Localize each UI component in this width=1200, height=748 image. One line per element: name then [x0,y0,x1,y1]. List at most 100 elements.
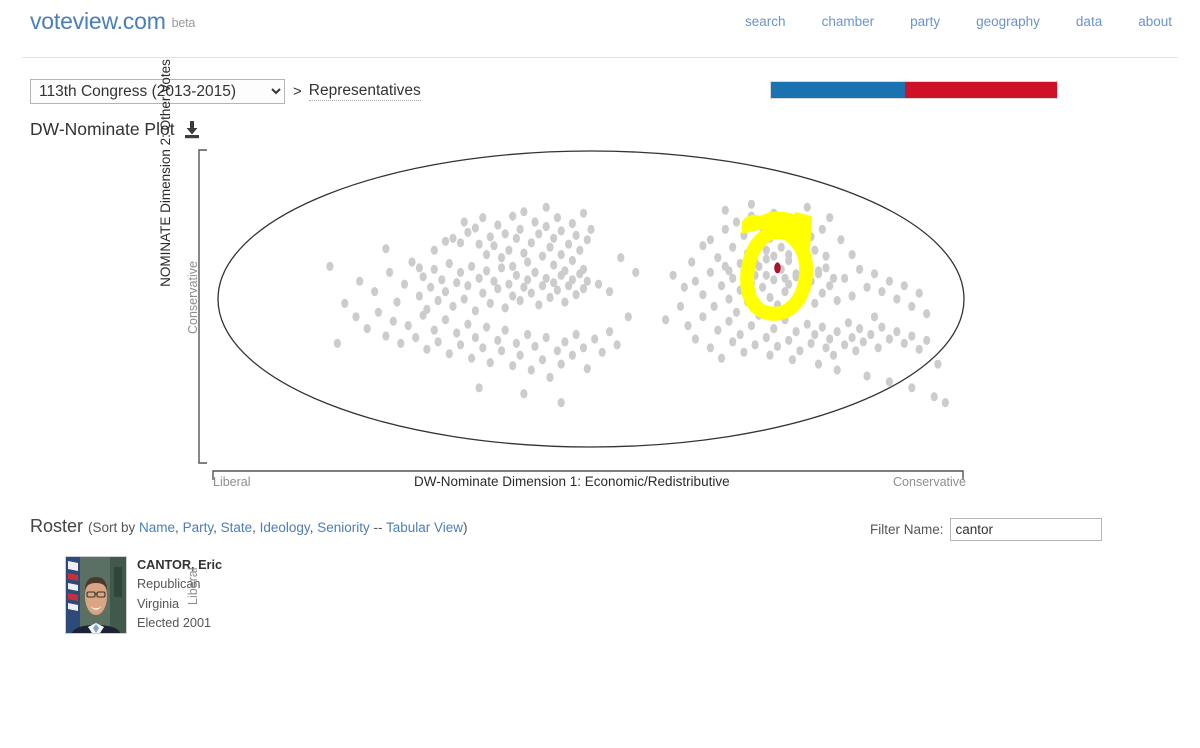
data-point[interactable] [729,337,737,347]
data-point[interactable] [729,273,737,283]
data-point[interactable] [829,273,838,283]
data-point[interactable] [497,263,506,273]
data-point[interactable] [814,359,823,369]
data-point[interactable] [397,338,405,348]
data-point[interactable] [460,217,468,227]
data-point[interactable] [770,251,778,261]
data-point[interactable] [572,230,580,240]
data-point[interactable] [550,233,558,243]
data-point[interactable] [841,340,849,350]
sort-link-ideology[interactable]: Ideology [260,520,310,535]
data-point[interactable] [587,224,595,234]
data-point[interactable] [509,361,517,371]
nav-item-search[interactable]: search [745,14,786,29]
sort-link-party[interactable]: Party [183,520,214,535]
data-point[interactable] [785,255,793,266]
nav-item-data[interactable]: data [1076,14,1102,29]
data-point[interactable] [430,264,438,274]
data-point[interactable] [557,398,565,408]
data-point[interactable] [632,267,640,277]
data-point[interactable] [415,263,423,273]
data-point[interactable] [449,301,457,311]
data-point[interactable] [542,221,550,232]
data-point[interactable] [501,303,509,313]
data-point[interactable] [729,242,737,252]
data-point[interactable] [747,199,756,209]
data-point[interactable] [460,294,468,304]
data-point[interactable] [751,340,759,350]
data-point[interactable] [833,327,841,337]
data-point[interactable] [393,297,401,307]
data-point[interactable] [736,329,744,340]
data-point[interactable] [691,276,700,286]
data-point[interactable] [326,261,334,271]
data-point[interactable] [449,233,457,243]
data-point[interactable] [856,264,864,274]
data-point[interactable] [419,310,427,320]
data-point[interactable] [471,223,479,233]
data-point[interactable] [900,281,908,291]
data-point[interactable] [516,295,524,306]
data-point[interactable] [557,250,565,260]
data-point[interactable] [579,208,588,218]
data-point[interactable] [915,288,923,298]
data-point[interactable] [568,275,577,285]
data-point[interactable] [553,285,562,295]
data-point[interactable] [885,377,894,387]
data-point[interactable] [494,284,502,294]
data-point[interactable] [490,241,498,251]
data-point[interactable] [699,312,707,322]
data-point[interactable] [494,220,502,230]
sort-link-seniority[interactable]: Seniority [317,520,370,535]
data-point[interactable] [822,343,830,353]
data-point[interactable] [878,322,886,332]
data-point[interactable] [423,344,431,354]
data-point[interactable] [486,232,494,242]
roster-member-card[interactable]: CANTOR, Eric Republican Virginia Elected… [65,556,1200,634]
data-point[interactable] [479,343,487,353]
data-point[interactable] [788,355,797,365]
data-point[interactable] [527,288,535,298]
data-point[interactable] [792,327,800,337]
data-point[interactable] [688,257,696,267]
data-point[interactable] [885,276,894,286]
data-point[interactable] [714,325,722,335]
data-point[interactable] [374,307,382,317]
data-point[interactable] [669,270,677,280]
data-point[interactable] [579,343,588,353]
breadcrumb-chamber-link[interactable]: Representatives [308,82,421,101]
data-point[interactable] [606,327,614,337]
data-point[interactable] [516,350,524,360]
data-point[interactable] [546,242,554,252]
data-point[interactable] [412,332,420,343]
data-point[interactable] [430,245,438,255]
data-point[interactable] [542,273,550,283]
data-point[interactable] [441,236,450,246]
data-point[interactable] [818,322,826,332]
data-point[interactable] [531,267,539,277]
data-point[interactable] [747,321,756,331]
sort-link-name[interactable]: Name [139,520,175,535]
data-point[interactable] [721,224,729,234]
data-point[interactable] [483,266,491,276]
nav-item-chamber[interactable]: chamber [822,14,875,29]
data-point[interactable] [863,282,871,292]
download-icon[interactable] [183,120,201,139]
data-point[interactable] [453,278,461,288]
data-point[interactable] [803,202,811,212]
data-point[interactable] [531,217,539,227]
data-point[interactable] [725,316,733,326]
data-point[interactable] [818,288,826,298]
data-point[interactable] [494,335,502,345]
data-point[interactable] [546,292,554,303]
data-point[interactable] [893,327,901,337]
data-point[interactable] [606,287,614,297]
data-point[interactable] [520,207,528,217]
data-point[interactable] [520,389,528,399]
data-point[interactable] [908,331,916,341]
data-point[interactable] [766,292,774,303]
data-point[interactable] [427,282,435,292]
data-point[interactable] [856,324,864,334]
data-point[interactable] [557,359,565,369]
data-point[interactable] [732,307,741,317]
